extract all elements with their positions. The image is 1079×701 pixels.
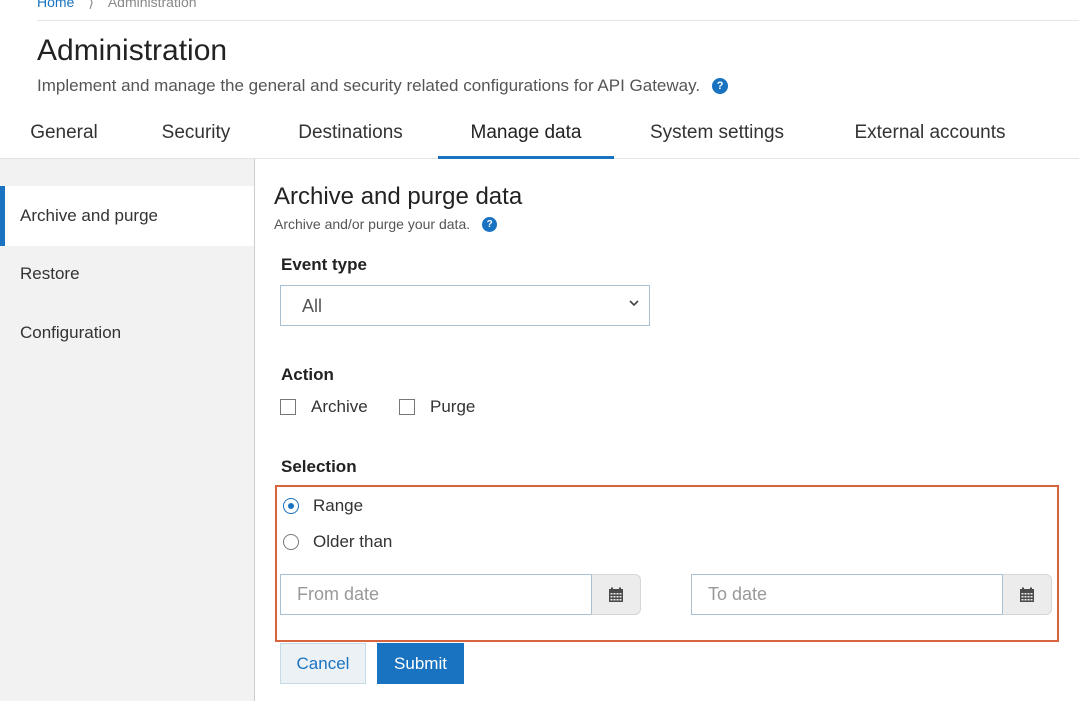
radio-circle-selected[interactable] [283, 498, 299, 514]
archive-checkbox[interactable]: Archive [280, 397, 368, 417]
cancel-button[interactable]: Cancel [280, 643, 366, 684]
archive-checkbox-label: Archive [311, 397, 368, 416]
event-type-select[interactable]: All [280, 285, 650, 326]
checkbox-box[interactable] [399, 399, 415, 415]
from-date-group [280, 574, 641, 615]
breadcrumb-divider [37, 20, 1079, 21]
tab-bar: General Security Destinations Manage dat… [0, 110, 1079, 159]
calendar-icon [609, 587, 623, 602]
sidebar: Archive and purge Restore Configuration [0, 159, 255, 701]
event-type-label: Event type [281, 255, 367, 274]
action-label: Action [281, 365, 334, 384]
older-than-radio[interactable]: Older than [283, 532, 392, 552]
section-title: Archive and purge data [274, 183, 523, 210]
to-date-input[interactable] [691, 574, 1002, 615]
calendar-icon [1020, 587, 1034, 602]
section-description: Archive and/or purge your data. ? [274, 216, 498, 232]
tab-manage-data[interactable]: Manage data [438, 110, 614, 159]
older-than-radio-label: Older than [313, 532, 393, 551]
chevron-down-icon [629, 300, 639, 307]
page-description: Implement and manage the general and sec… [37, 76, 729, 96]
help-icon[interactable]: ? [482, 216, 498, 232]
event-type-value: All [302, 296, 323, 316]
range-radio[interactable]: Range [283, 496, 363, 516]
tab-general[interactable]: General [18, 110, 110, 159]
from-date-calendar-button[interactable] [591, 574, 641, 615]
tab-destinations[interactable]: Destinations [282, 110, 419, 159]
sidebar-item-restore[interactable]: Restore [0, 244, 254, 304]
sidebar-item-configuration[interactable]: Configuration [0, 303, 254, 363]
help-icon[interactable]: ? [712, 78, 729, 94]
page-title: Administration [37, 34, 228, 67]
page-description-text: Implement and manage the general and sec… [37, 76, 701, 95]
sidebar-item-archive-and-purge[interactable]: Archive and purge [0, 186, 254, 246]
checkbox-box[interactable] [280, 399, 296, 415]
breadcrumb-home-link[interactable]: Home [37, 0, 74, 11]
to-date-group [691, 574, 1052, 615]
tab-system-settings[interactable]: System settings [633, 110, 801, 159]
tab-security[interactable]: Security [148, 110, 244, 159]
range-radio-label: Range [313, 496, 364, 515]
breadcrumb: Home ⟩ Administration [37, 0, 197, 11]
breadcrumb-current: Administration [107, 0, 197, 10]
to-date-calendar-button[interactable] [1002, 574, 1052, 615]
radio-circle[interactable] [283, 534, 299, 550]
purge-checkbox-label: Purge [430, 397, 476, 416]
purge-checkbox[interactable]: Purge [399, 397, 475, 417]
from-date-input[interactable] [280, 574, 591, 615]
tab-external-accounts[interactable]: External accounts [838, 110, 1022, 159]
submit-button[interactable]: Submit [377, 643, 464, 684]
selection-highlight-box [275, 485, 1059, 642]
selection-label: Selection [281, 457, 357, 476]
section-description-text: Archive and/or purge your data. [274, 216, 471, 232]
breadcrumb-separator: ⟩ [88, 0, 94, 10]
